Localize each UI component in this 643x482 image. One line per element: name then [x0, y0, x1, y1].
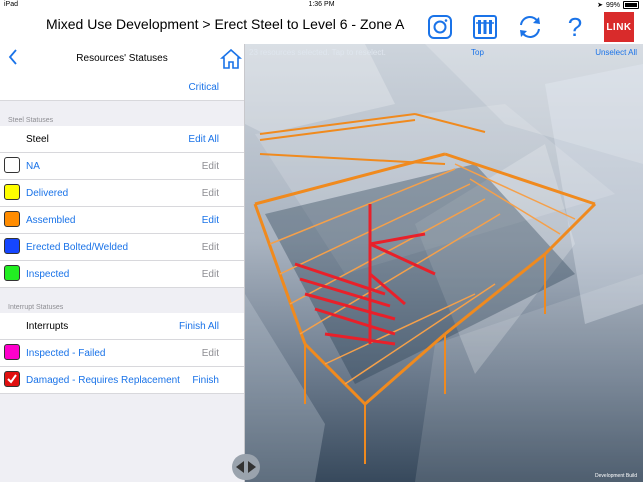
interrupt-section-label: Interrupt Statuses [8, 304, 64, 311]
status-label[interactable]: Erected Bolted/Welded [26, 242, 128, 253]
status-label[interactable]: Inspected - Failed [26, 348, 106, 359]
checkmark-icon [7, 374, 17, 384]
edit-button[interactable]: Edit [202, 161, 219, 172]
status-color-swatch [4, 211, 20, 227]
edit-all-button[interactable]: Edit All [188, 134, 219, 145]
camera-icon[interactable] [425, 12, 455, 42]
battery-percent: 99% [605, 1, 620, 9]
status-row-inspected-failed[interactable]: Inspected - Failed Edit [0, 340, 244, 367]
edit-button[interactable]: Edit [202, 215, 219, 226]
critical-row[interactable]: Critical [0, 74, 244, 101]
home-icon[interactable] [219, 48, 243, 75]
title-bar: Mixed Use Development > Erect Steel to L… [0, 10, 643, 44]
status-row-damaged[interactable]: Damaged - Requires Replacement Finish [0, 367, 244, 394]
finish-all-button[interactable]: Finish All [179, 321, 219, 332]
panel-title: Resources' Statuses [76, 53, 168, 64]
location-icon: ➤ [597, 2, 603, 9]
back-icon[interactable] [8, 49, 18, 70]
status-label[interactable]: Assembled [26, 215, 75, 226]
steel-section-label: Steel Statuses [8, 117, 54, 124]
model-viewer[interactable]: 23 resources selected. Tap to reselect. … [245, 44, 643, 482]
status-color-swatch [4, 238, 20, 254]
build-label: Development Build [595, 473, 637, 479]
battery-icon [623, 1, 639, 9]
resources-icon[interactable] [470, 12, 500, 42]
steel-group-row: Steel Edit All [0, 126, 244, 153]
link-logo[interactable]: LINK [604, 12, 634, 42]
status-color-swatch [4, 265, 20, 281]
status-bar: iPad 1:36 PM ➤ 99% [0, 0, 643, 10]
top-view-button[interactable]: Top [471, 48, 484, 57]
status-label[interactable]: Inspected [26, 269, 69, 280]
svg-text:?: ? [568, 13, 582, 41]
resources-statuses-panel: Resources' Statuses Critical Steel Statu… [0, 44, 245, 482]
status-row-delivered[interactable]: Delivered Edit [0, 180, 244, 207]
interrupt-group-label: Interrupts [26, 321, 69, 332]
unselect-all-button[interactable]: Unselect All [595, 48, 637, 57]
status-label[interactable]: NA [26, 161, 40, 172]
status-color-swatch [4, 157, 20, 173]
edit-button[interactable]: Edit [202, 242, 219, 253]
edit-button[interactable]: Edit [202, 348, 219, 359]
status-row-na[interactable]: NA Edit [0, 153, 244, 180]
critical-button[interactable]: Critical [188, 82, 219, 93]
status-color-swatch [4, 371, 20, 387]
status-label[interactable]: Damaged - Requires Replacement [26, 375, 180, 386]
status-color-swatch [4, 184, 20, 200]
selection-info[interactable]: 23 resources selected. Tap to reselect. [249, 48, 386, 57]
status-label[interactable]: Delivered [26, 188, 68, 199]
edit-button[interactable]: Edit [202, 269, 219, 280]
panel-toggle-arrows[interactable] [232, 454, 260, 480]
sync-icon[interactable] [515, 12, 545, 42]
interrupt-group-row: Interrupts Finish All [0, 313, 244, 340]
battery-status: ➤ 99% [597, 1, 639, 9]
status-color-swatch [4, 344, 20, 360]
finish-button[interactable]: Finish [192, 375, 219, 386]
panel-header: Resources' Statuses [0, 44, 244, 75]
status-row-inspected[interactable]: Inspected Edit [0, 261, 244, 288]
status-row-erected[interactable]: Erected Bolted/Welded Edit [0, 234, 244, 261]
edit-button[interactable]: Edit [202, 188, 219, 199]
help-icon[interactable]: ? [560, 12, 590, 42]
clock: 1:36 PM [308, 1, 335, 8]
page-title: Mixed Use Development > Erect Steel to L… [46, 16, 405, 32]
left-right-arrows-icon [236, 461, 256, 473]
steel-group-label: Steel [26, 134, 49, 145]
status-row-assembled[interactable]: Assembled Edit [0, 207, 244, 234]
steel-model-render[interactable] [245, 44, 643, 482]
